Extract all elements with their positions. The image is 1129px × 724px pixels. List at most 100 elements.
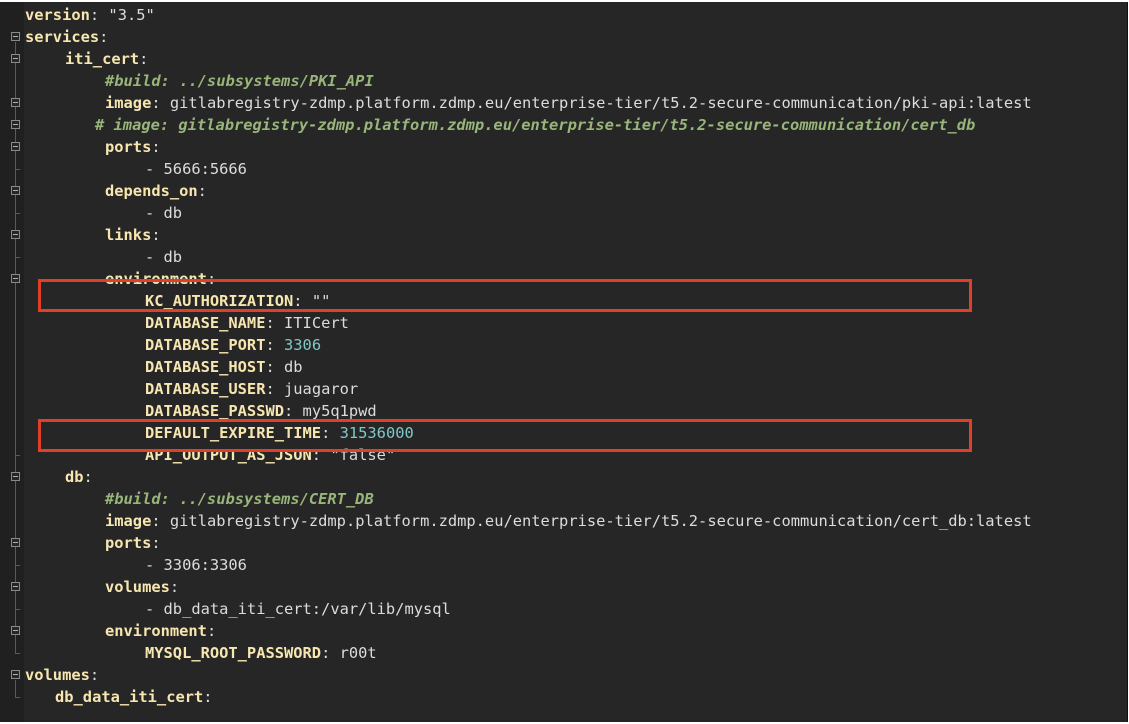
code-line[interactable]: volumes: (25, 664, 99, 686)
yaml-value: gitlabregistry-zdmp.platform.zdmp.eu/ent… (169, 512, 1032, 530)
yaml-separator: : (151, 512, 170, 530)
code-line[interactable]: ports: (105, 532, 161, 554)
fold-guide-end (15, 609, 20, 610)
code-line[interactable]: DATABASE_HOST: db (145, 356, 303, 378)
code-line[interactable]: - 3306:3306 (145, 554, 247, 576)
yaml-separator: : (151, 534, 161, 552)
yaml-separator: : (151, 138, 161, 156)
yaml-key: services (25, 28, 100, 46)
code-editor[interactable]: version: "3.5" services: iti_cert: #build: … (0, 2, 1128, 722)
yaml-separator: : (139, 50, 149, 68)
fold-toggle-icon[interactable] (11, 186, 20, 195)
yaml-value: my5q1pwd (302, 402, 377, 420)
fold-toggle-icon[interactable] (11, 626, 20, 635)
code-line[interactable]: - 5666:5666 (145, 158, 247, 180)
yaml-value: gitlabregistry-zdmp.platform.zdmp.eu/ent… (169, 94, 1032, 112)
yaml-key: DATABASE_USER (145, 380, 266, 398)
code-line[interactable]: image: gitlabregistry-zdmp.platform.zdmp… (105, 92, 1032, 114)
list-item-text: - db (145, 204, 183, 222)
code-line[interactable]: #build: ../subsystems/PKI_API (105, 70, 374, 92)
code-line[interactable]: services: (25, 26, 108, 48)
fold-guide-line (15, 548, 16, 565)
fold-toggle-icon[interactable] (11, 32, 20, 41)
code-line[interactable]: links: (105, 224, 161, 246)
code-line[interactable]: depends_on: (105, 180, 207, 202)
yaml-separator: : (265, 336, 285, 354)
code-line[interactable]: db: (65, 466, 93, 488)
code-line[interactable]: ports: (105, 136, 161, 158)
fold-toggle-icon[interactable] (11, 538, 20, 547)
fold-guide-end (15, 213, 20, 214)
fold-toggle-icon[interactable] (11, 472, 20, 481)
code-line[interactable]: # image: gitlabregistry-zdmp.platform.zd… (95, 114, 975, 136)
yaml-key: iti_cert (65, 50, 140, 68)
code-line[interactable]: #build: ../subsystems/CERT_DB (105, 488, 374, 510)
code-line[interactable]: image: gitlabregistry-zdmp.platform.zdmp… (105, 510, 1032, 532)
code-line[interactable]: DATABASE_USER: juagaror (145, 378, 358, 400)
fold-toggle-icon[interactable] (11, 142, 20, 151)
fold-guide-end (15, 169, 20, 170)
yaml-value: "3.5" (108, 6, 155, 24)
code-line[interactable]: iti_cert: (65, 48, 148, 70)
yaml-key: MYSQL_ROOT_PASSWORD (145, 644, 322, 662)
code-line[interactable]: - db (145, 246, 182, 268)
yaml-value: 3306 (284, 336, 322, 354)
fold-toggle-icon[interactable] (11, 54, 20, 63)
fold-guide-line (15, 196, 16, 213)
yaml-value: db (284, 358, 303, 376)
fold-guide-end (15, 565, 20, 566)
yaml-separator: : (99, 28, 109, 46)
fold-guide-line (15, 636, 16, 653)
fold-toggle-icon[interactable] (11, 274, 20, 283)
fold-toggle-icon[interactable] (11, 98, 20, 107)
fold-guide-line (15, 680, 16, 697)
fold-guide-end (15, 455, 20, 456)
yaml-separator: : (203, 688, 213, 706)
fold-guide-end (15, 653, 20, 654)
yaml-key: DATABASE_PASSWD (145, 402, 284, 420)
highlight-box-kc-authorization (38, 279, 972, 312)
yaml-key: db_data_iti_cert (55, 688, 204, 706)
yaml-separator: : (265, 358, 285, 376)
yaml-separator: : (169, 578, 180, 596)
code-line[interactable]: db_data_iti_cert: (55, 686, 213, 708)
yaml-separator: : (265, 380, 285, 398)
fold-toggle-icon[interactable] (11, 582, 20, 591)
fold-toggle-icon[interactable] (11, 120, 20, 129)
yaml-key: version (25, 6, 90, 24)
yaml-key: image (105, 512, 152, 530)
code-line[interactable]: DATABASE_NAME: ITICert (145, 312, 349, 334)
yaml-key: depends_on (105, 182, 198, 200)
highlight-box-default-expire-time (38, 419, 972, 452)
fold-toggle-icon[interactable] (11, 670, 20, 679)
yaml-key: DATABASE_NAME (145, 314, 266, 332)
yaml-value: ITICert (284, 314, 349, 332)
fold-guide-line (15, 284, 16, 455)
fold-toggle-icon[interactable] (11, 230, 20, 239)
yaml-key: ports (105, 138, 152, 156)
yaml-separator: : (83, 468, 93, 486)
comment-text: #build: ../subsystems/PKI_API (105, 72, 374, 90)
code-line[interactable]: volumes: (105, 576, 179, 598)
yaml-separator: : (151, 94, 170, 112)
fold-guide-line (15, 592, 16, 609)
yaml-value: r00t (339, 644, 377, 662)
yaml-separator: : (151, 226, 161, 244)
yaml-value: juagaror (284, 380, 359, 398)
fold-guide-line (15, 240, 16, 257)
yaml-key: DATABASE_HOST (145, 358, 266, 376)
yaml-key: links (105, 226, 152, 244)
yaml-key: environment (105, 622, 207, 640)
yaml-separator: : (284, 402, 303, 420)
list-item-text: - db (145, 248, 183, 266)
yaml-key: ports (105, 534, 152, 552)
code-line[interactable]: MYSQL_ROOT_PASSWORD: r00t (145, 642, 377, 664)
fold-guide-end (15, 257, 20, 258)
comment-text: # image: gitlabregistry-zdmp.platform.zd… (95, 116, 976, 134)
code-line[interactable]: environment: (105, 620, 216, 642)
code-line[interactable]: - db_data_iti_cert:/var/lib/mysql (145, 598, 451, 620)
code-line[interactable]: version: "3.5" (25, 4, 155, 26)
yaml-key: db (65, 468, 84, 486)
code-line[interactable]: DATABASE_PORT: 3306 (145, 334, 321, 356)
code-line[interactable]: - db (145, 202, 182, 224)
